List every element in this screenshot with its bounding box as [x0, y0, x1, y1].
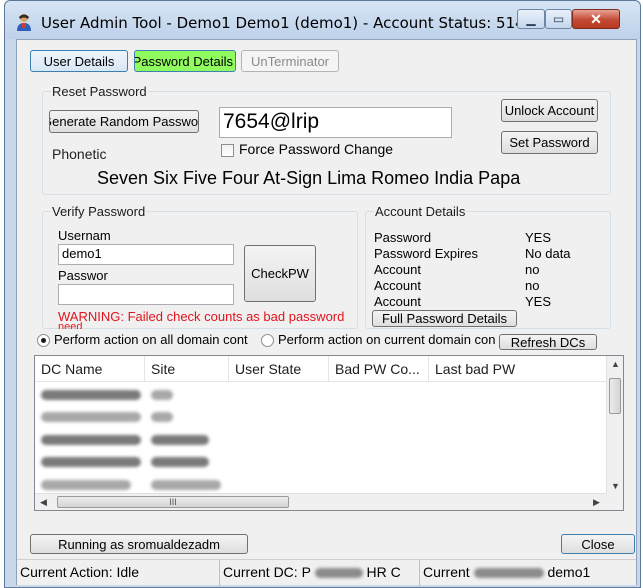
tab-unterminator[interactable]: UnTerminator: [241, 50, 339, 72]
phonetic-text: Seven Six Five Four At-Sign Lima Romeo I…: [97, 168, 521, 188]
account-detail-value: YES: [525, 230, 552, 245]
scroll-left-icon[interactable]: ◀: [40, 497, 47, 508]
redacted-dc-name: [41, 480, 131, 490]
horizontal-scroll-thumb[interactable]: III: [57, 496, 289, 508]
user-admin-app-icon: [17, 14, 31, 31]
force-password-change-label: Force Password Change: [239, 141, 394, 157]
redacted-user: [473, 568, 544, 579]
column-header-last-bad-pw[interactable]: Last bad PW: [429, 356, 607, 382]
redacted-site: [151, 435, 209, 445]
minimize-icon: ▁: [526, 12, 536, 26]
scroll-down-icon[interactable]: ▼: [611, 481, 620, 491]
status-current-user: Current demo1: [420, 560, 636, 586]
column-header-bad-pw-count[interactable]: Bad PW Co...: [329, 356, 429, 382]
account-details-group: Account Details Password YES Password Ex…: [365, 204, 611, 329]
table-row[interactable]: [35, 408, 607, 426]
account-detail-label: Password: [374, 230, 432, 245]
dc-list-header: DC Name Site User State Bad PW Co... Las…: [35, 356, 607, 382]
account-detail-label: Account: [374, 262, 421, 277]
app-window: User Admin Tool - Demo1 Demo1 (demo1) - …: [4, 0, 641, 588]
all-domain-controllers-radio[interactable]: [37, 334, 50, 347]
scroll-right-icon[interactable]: ▶: [593, 497, 600, 508]
account-detail-label: Account: [374, 294, 421, 309]
minimize-button[interactable]: ▁: [517, 9, 545, 29]
force-password-change-checkbox[interactable]: [221, 144, 234, 157]
password-label: Passwor: [58, 268, 108, 283]
verify-password-input[interactable]: [58, 284, 234, 305]
account-details-group-label: Account Details: [374, 204, 467, 219]
reset-password-group: Reset Password Generate Random Password …: [42, 84, 611, 195]
redacted-site: [151, 480, 221, 490]
window-title: User Admin Tool - Demo1 Demo1 (demo1) - …: [41, 14, 572, 32]
column-header-user-state[interactable]: User State: [229, 356, 329, 382]
redacted-dc-name: [41, 390, 141, 400]
reset-password-group-label: Reset Password: [51, 84, 148, 99]
status-current-dc-label: Current DC: P: [223, 564, 311, 580]
redacted-dc-name: [41, 457, 141, 467]
tab-user-details[interactable]: User Details: [30, 50, 128, 72]
redacted-site: [151, 390, 173, 400]
account-detail-label: Password Expires: [374, 246, 479, 261]
phonetic-label: Phonetic: [52, 146, 107, 162]
full-password-details-button[interactable]: Full Password Details: [372, 310, 517, 327]
dc-list[interactable]: DC Name Site User State Bad PW Co... Las…: [34, 355, 624, 511]
set-password-button[interactable]: Set Password: [501, 131, 598, 154]
current-domain-controller-label: Perform action on current domain con: [278, 332, 496, 347]
table-row[interactable]: [35, 476, 607, 494]
maximize-icon: ▭: [552, 12, 565, 26]
table-row[interactable]: [35, 431, 607, 449]
account-detail-label: Account: [374, 278, 421, 293]
check-password-button[interactable]: CheckPW: [244, 245, 316, 302]
column-header-site[interactable]: Site: [145, 356, 229, 382]
account-detail-value: No data: [525, 246, 571, 261]
tab-password-details[interactable]: Password Details: [134, 50, 236, 72]
status-current-dc-tail: HR C: [366, 564, 401, 580]
vertical-scrollbar[interactable]: ▲ ▼: [606, 356, 623, 495]
current-domain-controller-radio[interactable]: [261, 334, 274, 347]
title-bar[interactable]: User Admin Tool - Demo1 Demo1 (demo1) - …: [5, 1, 640, 39]
close-window-button[interactable]: ✕: [572, 9, 620, 29]
status-bar: Current Action: Idle Current DC: P HR C …: [17, 559, 636, 586]
refresh-dcs-button[interactable]: Refresh DCs: [499, 334, 597, 350]
verify-password-group-label: Verify Password: [51, 204, 147, 219]
scroll-up-icon[interactable]: ▲: [611, 359, 620, 369]
account-detail-value: no: [525, 278, 540, 293]
table-row[interactable]: [35, 386, 607, 404]
generate-random-password-button[interactable]: Generate Random Password: [49, 110, 199, 133]
client-area: User Details Password Details UnTerminat…: [16, 39, 637, 586]
status-current-action: Current Action: Idle: [17, 560, 220, 586]
redacted-dc-name: [41, 412, 141, 422]
status-current-user-tail: demo1: [547, 564, 591, 580]
account-detail-value: no: [525, 262, 540, 277]
redacted-site: [151, 457, 209, 467]
scrollbar-corner: [606, 493, 623, 510]
close-icon: ✕: [590, 10, 602, 27]
username-input[interactable]: demo1: [58, 244, 234, 265]
failed-check-warning: WARNING: Failed check counts as bad pass…: [58, 309, 345, 324]
redacted-site: [151, 412, 173, 422]
horizontal-scrollbar[interactable]: ◀ III ▶: [35, 493, 607, 510]
close-button[interactable]: Close: [561, 534, 635, 554]
redacted-dc-name: [41, 435, 141, 445]
status-current-user-label: Current: [423, 564, 474, 580]
vertical-scroll-thumb[interactable]: [609, 378, 621, 414]
new-password-input[interactable]: 7654@lrip: [219, 107, 452, 138]
running-as-button[interactable]: Running as sromualdezadm: [30, 534, 248, 554]
generate-button-label: Generate Random Password: [50, 114, 199, 129]
status-current-dc: Current DC: P HR C: [220, 560, 420, 586]
verify-password-group: Verify Password Usernam demo1 Passwor Ch…: [42, 204, 358, 329]
column-header-dc-name[interactable]: DC Name: [35, 356, 145, 382]
all-domain-controllers-label: Perform action on all domain cont: [54, 332, 248, 347]
warning-overflow-text: need: [58, 322, 83, 329]
maximize-button[interactable]: ▭: [545, 9, 572, 29]
table-row[interactable]: [35, 453, 607, 471]
username-label: Usernam: [58, 228, 111, 243]
redacted-dc: [314, 568, 363, 579]
unlock-account-button[interactable]: Unlock Account: [501, 99, 598, 122]
account-detail-value: YES: [525, 294, 552, 309]
